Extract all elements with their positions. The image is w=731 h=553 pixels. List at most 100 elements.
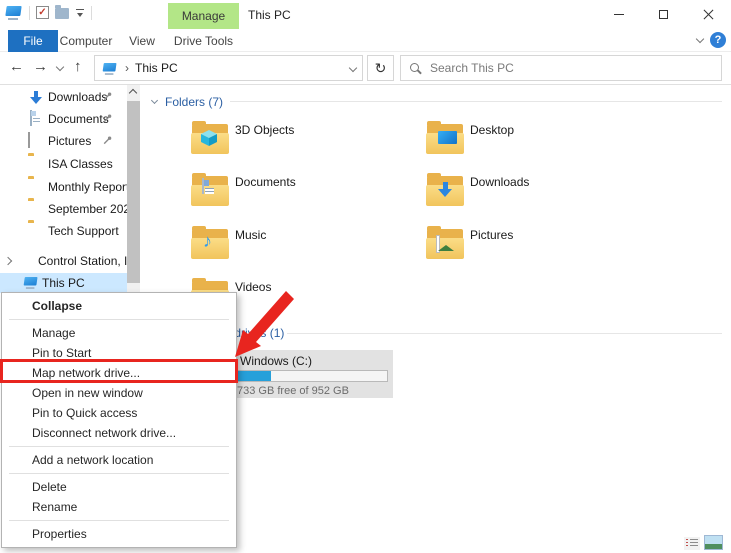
drive-usage-fill [238, 371, 271, 381]
section-divider [230, 101, 722, 102]
tab-view[interactable]: View [122, 30, 162, 52]
close-button[interactable] [686, 0, 731, 29]
quick-access-toolbar: ✓ [5, 5, 92, 20]
tab-drive-tools[interactable]: Drive Tools [168, 30, 239, 52]
this-pc-icon [23, 276, 38, 289]
folder-tile-pictures[interactable]: Pictures [425, 225, 655, 273]
large-icons-view-button[interactable] [704, 535, 723, 550]
pin-icon [102, 91, 113, 105]
contextual-tab-group: Manage [168, 3, 239, 29]
folder-name: Videos [235, 280, 272, 294]
address-dropdown-chevron-icon[interactable] [348, 63, 358, 73]
up-button[interactable]: ↑ [74, 58, 82, 75]
photo-icon [436, 235, 454, 253]
folder-name: Downloads [470, 175, 530, 189]
section-divider [287, 333, 722, 334]
maximize-button[interactable] [641, 0, 686, 29]
sidebar-item-label: ISA Classes [48, 157, 113, 171]
sidebar-item-control-station[interactable]: Control Station, In [0, 250, 127, 272]
toolbar-separator [91, 5, 92, 20]
folders-section-header[interactable]: Folders (7) [165, 95, 223, 109]
menu-item-properties[interactable]: Properties [2, 524, 236, 544]
cube-icon [201, 130, 217, 146]
pin-icon [102, 135, 113, 149]
sidebar-item-september-2022[interactable]: September 2022 [0, 198, 127, 220]
menu-separator [9, 446, 229, 447]
menu-item-collapse[interactable]: Collapse [2, 296, 236, 316]
sidebar-item-tech-support[interactable]: Tech Support [0, 220, 127, 242]
folder-tile-music[interactable]: ♪ Music [190, 225, 420, 273]
back-button[interactable]: ← [9, 58, 24, 75]
search-container [400, 55, 722, 81]
folder-name: 3D Objects [235, 123, 295, 137]
collapse-section-chevron-icon[interactable] [150, 96, 159, 105]
menu-item-open-in-new-window[interactable]: Open in new window [2, 383, 236, 403]
sidebar-item-monthly-report[interactable]: Monthly Report [0, 176, 127, 198]
menu-item-delete[interactable]: Delete [2, 477, 236, 497]
minimize-button[interactable] [596, 0, 641, 29]
search-icon [409, 62, 422, 75]
menu-separator [9, 520, 229, 521]
title-bar: ✓ Manage This PC [0, 0, 731, 30]
window-controls [596, 0, 731, 29]
address-bar[interactable]: › This PC [94, 55, 363, 81]
search-input[interactable] [430, 61, 713, 75]
sidebar-item-label: Control Station, In [38, 254, 127, 268]
folder-tile-desktop[interactable]: Desktop [425, 120, 655, 168]
toolbar-separator [29, 5, 30, 20]
menu-item-pin-to-quick-access[interactable]: Pin to Quick access [2, 403, 236, 423]
drive-usage-bar [237, 370, 388, 382]
refresh-button[interactable]: ↻ [367, 55, 394, 81]
ribbon-tab-bar: File Computer View Drive Tools ? [0, 30, 731, 52]
folder-tile-3d-objects[interactable]: 3D Objects [190, 120, 420, 168]
minimize-icon [613, 14, 624, 15]
document-icon [202, 178, 204, 194]
help-icon[interactable]: ? [710, 32, 726, 48]
document-icon [30, 110, 32, 126]
tab-computer[interactable]: Computer [60, 30, 113, 52]
picture-icon [28, 132, 30, 148]
forward-button[interactable]: → [33, 58, 48, 75]
sidebar-item-label: Pictures [48, 134, 92, 148]
drive-capacity-text: 733 GB free of 952 GB [237, 385, 349, 397]
context-menu: Collapse Manage Pin to Start Map network… [1, 292, 237, 548]
sidebar-item-isa-classes[interactable]: ISA Classes [0, 153, 127, 175]
computer-icon [5, 5, 23, 20]
menu-item-disconnect-network-drive[interactable]: Disconnect network drive... [2, 423, 236, 443]
this-pc-icon [102, 62, 117, 75]
sidebar-item-label: Tech Support [48, 224, 119, 238]
menu-item-rename[interactable]: Rename [2, 497, 236, 517]
sidebar-item-this-pc[interactable]: This PC [0, 273, 127, 293]
breadcrumb-separator: › [125, 61, 129, 75]
minimize-ribbon-icon[interactable] [695, 34, 705, 44]
menu-item-manage[interactable]: Manage [2, 323, 236, 343]
sidebar-item-documents[interactable]: Documents [0, 108, 127, 130]
tab-file[interactable]: File [8, 30, 58, 52]
new-folder-icon[interactable] [55, 5, 69, 19]
expand-chevron-icon[interactable] [3, 256, 13, 266]
sidebar-item-label: This PC [42, 276, 85, 290]
folder-tile-documents[interactable]: Documents [190, 172, 420, 220]
details-view-button[interactable] [684, 537, 700, 550]
folder-name: Desktop [470, 123, 515, 137]
desktop-folder-icon [425, 120, 465, 154]
3d-objects-folder-icon [190, 120, 230, 154]
sidebar-item-label: Downloads [48, 90, 108, 104]
recent-locations-chevron-icon[interactable] [55, 62, 65, 72]
window-title: This PC [248, 8, 291, 22]
scroll-up-icon[interactable] [128, 88, 138, 98]
scrollbar-thumb[interactable] [127, 101, 140, 283]
sidebar-item-downloads[interactable]: Downloads [0, 86, 127, 108]
customize-toolbar-dropdown-icon[interactable] [75, 8, 85, 18]
folder-tile-downloads[interactable]: Downloads [425, 172, 655, 220]
breadcrumb[interactable]: This PC [135, 61, 178, 75]
pictures-folder-icon [425, 225, 465, 259]
sidebar-item-label: Documents [48, 112, 109, 126]
properties-checkbox-icon[interactable]: ✓ [36, 6, 49, 19]
monitor-icon [438, 131, 457, 144]
sidebar-item-pictures[interactable]: Pictures [0, 130, 127, 152]
menu-item-add-network-location[interactable]: Add a network location [2, 450, 236, 470]
downloads-folder-icon [425, 172, 465, 206]
music-note-icon: ♪ [203, 231, 212, 251]
navigation-bar: ← → ↑ › This PC ↻ [0, 52, 731, 85]
